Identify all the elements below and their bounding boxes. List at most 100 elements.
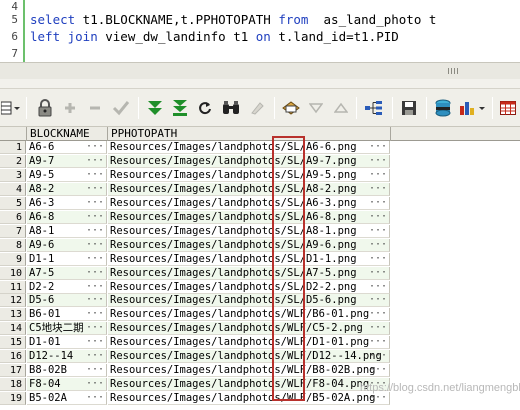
cell-blockname[interactable]: D1-01 ··· <box>27 336 107 350</box>
cell-edit-button[interactable]: ··· <box>369 183 387 194</box>
cell-edit-button[interactable]: ··· <box>369 141 387 152</box>
cell-blockname[interactable]: B5-02A ··· <box>27 392 107 406</box>
code-line-5[interactable]: select t1.BLOCKNAME,t.PPHOTOPATH from as… <box>30 12 436 27</box>
table-row[interactable]: 16 D12--14 ··· Resources/Images/landphotos/… <box>0 350 390 364</box>
cell-pphotopath[interactable]: Resources/Images/landphotos/WLF/B5-02A.p… <box>108 392 390 406</box>
cell-edit-button[interactable]: ··· <box>86 239 104 250</box>
cell-edit-button[interactable]: ··· <box>86 281 104 292</box>
grid-mode-icon[interactable] <box>0 98 22 118</box>
cell-edit-button[interactable]: ··· <box>86 169 104 180</box>
cell-edit-button[interactable]: ··· <box>369 322 387 333</box>
cell-edit-button[interactable]: ··· <box>369 350 387 361</box>
cell-pphotopath[interactable]: Resources/Images/landphotos/SL/A9-7.png ·… <box>108 154 390 168</box>
cell-edit-button[interactable]: ··· <box>86 267 104 278</box>
cell-edit-button[interactable]: ··· <box>86 322 104 333</box>
table-row[interactable]: 19 B5-02A ··· Resources/Images/landphotos/W… <box>0 392 390 406</box>
row-number[interactable]: 17 <box>0 364 26 378</box>
cell-edit-button[interactable]: ··· <box>369 197 387 208</box>
cell-edit-button[interactable]: ··· <box>369 239 387 250</box>
cell-pphotopath[interactable]: Resources/Images/landphotos/SL/D2-2.png ·… <box>108 280 390 294</box>
cell-edit-button[interactable]: ··· <box>369 155 387 166</box>
column-header-blockname[interactable]: BLOCKNAME <box>27 127 108 141</box>
cell-edit-button[interactable]: ··· <box>369 281 387 292</box>
cell-pphotopath[interactable]: Resources/Images/landphotos/SL/A6-8.png ·… <box>108 210 390 224</box>
cell-pphotopath[interactable]: Resources/Images/landphotos/WLF/C5-2.png… <box>108 322 390 336</box>
column-header-pphotopath[interactable]: PPHOTOPATH <box>108 127 391 141</box>
row-number[interactable]: 8 <box>0 238 26 252</box>
table-row[interactable]: 2 A9-7 ··· Resources/Images/landphotos/SL/A… <box>0 154 390 168</box>
cell-edit-button[interactable]: ··· <box>369 169 387 180</box>
chart-icon[interactable] <box>458 98 488 118</box>
cell-edit-button[interactable]: ··· <box>369 364 387 375</box>
cell-edit-button[interactable]: ··· <box>86 364 104 375</box>
table-row[interactable]: 17 B8-02B ··· Resources/Images/landphotos/W… <box>0 364 390 378</box>
cell-edit-button[interactable]: ··· <box>86 378 104 389</box>
fetch-next-icon[interactable] <box>144 98 166 118</box>
table-row[interactable]: 9 D1-1 ··· Resources/Images/landphotos/SL/D… <box>0 252 390 266</box>
cell-blockname[interactable]: A6-3 ··· <box>27 196 107 210</box>
table-row[interactable]: 13 B6-01 ··· Resources/Images/landphotos/WL… <box>0 308 390 322</box>
cell-edit-button[interactable]: ··· <box>369 336 387 347</box>
cell-edit-button[interactable]: ··· <box>86 294 104 305</box>
row-number[interactable]: 3 <box>0 168 26 182</box>
cell-blockname[interactable]: A6-6 ··· <box>27 141 107 154</box>
cell-pphotopath[interactable]: Resources/Images/landphotos/WLF/F8-04.pn… <box>108 378 390 392</box>
table-row[interactable]: 10 A7-5 ··· Resources/Images/landphotos/SL/… <box>0 266 390 280</box>
cell-blockname[interactable]: D2-2 ··· <box>27 280 107 294</box>
fetch-last-icon[interactable] <box>169 98 191 118</box>
code-line-6[interactable]: left join view_dw_landinfo t1 on t.land_… <box>30 29 399 44</box>
cell-blockname[interactable]: A9-7 ··· <box>27 154 107 168</box>
row-number[interactable]: 7 <box>0 224 26 238</box>
cell-edit-button[interactable]: ··· <box>86 308 104 319</box>
save-icon[interactable] <box>398 98 420 118</box>
row-number[interactable]: 11 <box>0 280 26 294</box>
row-number[interactable]: 10 <box>0 266 26 280</box>
result-grid[interactable]: BLOCKNAME PPHOTOPATH 1 A6-6 ··· Resources/I… <box>0 127 520 410</box>
cell-pphotopath[interactable]: Resources/Images/landphotos/SL/A6-3.png ·… <box>108 196 390 210</box>
cell-pphotopath[interactable]: Resources/Images/landphotos/WLF/B8-02B.p… <box>108 364 390 378</box>
cell-edit-button[interactable]: ··· <box>86 183 104 194</box>
cell-blockname[interactable]: D1-1 ··· <box>27 252 107 266</box>
cell-edit-button[interactable]: ··· <box>369 225 387 236</box>
row-number[interactable]: 16 <box>0 350 26 364</box>
find-icon[interactable] <box>220 98 242 118</box>
cell-edit-button[interactable]: ··· <box>86 253 104 264</box>
lock-icon[interactable] <box>34 98 56 118</box>
cell-blockname[interactable]: C5地块二期 ··· <box>27 322 107 336</box>
cell-blockname[interactable]: A9-6 ··· <box>27 238 107 252</box>
delete-record-icon[interactable] <box>85 98 105 118</box>
table-row[interactable]: 14 C5地块二期 ··· Resources/Images/landphotos/W… <box>0 322 390 336</box>
table-row[interactable]: 7 A8-1 ··· Resources/Images/landphotos/SL/A… <box>0 224 390 238</box>
table-row[interactable]: 18 F8-04 ··· Resources/Images/landphotos/WL… <box>0 378 390 392</box>
cell-edit-button[interactable]: ··· <box>86 225 104 236</box>
cell-edit-button[interactable]: ··· <box>86 141 104 152</box>
row-number[interactable]: 12 <box>0 294 26 308</box>
row-number[interactable]: 14 <box>0 322 26 336</box>
cell-pphotopath[interactable]: Resources/Images/landphotos/SL/A9-6.png ·… <box>108 238 390 252</box>
tree-view-icon[interactable] <box>362 98 386 118</box>
sql-editor[interactable]: 4 5 6 7 select t1.BLOCKNAME,t.PPHOTOPATH… <box>0 0 520 62</box>
grid-icon[interactable] <box>498 98 518 118</box>
cell-blockname[interactable]: A9-5 ··· <box>27 168 107 182</box>
cell-edit-button[interactable]: ··· <box>369 267 387 278</box>
cell-pphotopath[interactable]: Resources/Images/landphotos/SL/A9-5.png ·… <box>108 168 390 182</box>
row-number[interactable]: 5 <box>0 196 26 210</box>
row-number[interactable]: 18 <box>0 378 26 392</box>
cell-pphotopath[interactable]: Resources/Images/landphotos/WLF/D12--14.… <box>108 350 390 364</box>
cell-edit-button[interactable]: ··· <box>369 253 387 264</box>
cell-pphotopath[interactable]: Resources/Images/landphotos/SL/D1-1.png ·… <box>108 252 390 266</box>
table-row[interactable]: 5 A6-3 ··· Resources/Images/landphotos/SL/A… <box>0 196 390 210</box>
cell-edit-button[interactable]: ··· <box>86 197 104 208</box>
cell-edit-button[interactable]: ··· <box>86 336 104 347</box>
cell-blockname[interactable]: A6-8 ··· <box>27 210 107 224</box>
cell-blockname[interactable]: B8-02B ··· <box>27 364 107 378</box>
filter-up-icon[interactable] <box>331 98 351 118</box>
row-number[interactable]: 6 <box>0 210 26 224</box>
table-row[interactable]: 6 A6-8 ··· Resources/Images/landphotos/SL/A… <box>0 210 390 224</box>
cell-blockname[interactable]: D12--14 ··· <box>27 350 107 364</box>
cell-pphotopath[interactable]: Resources/Images/landphotos/SL/A8-1.png ·… <box>108 224 390 238</box>
table-row[interactable]: 1 A6-6 ··· Resources/Images/landphotos/SL/A… <box>0 141 390 154</box>
cell-pphotopath[interactable]: Resources/Images/landphotos/WLF/D1-01.pn… <box>108 336 390 350</box>
table-row[interactable]: 12 D5-6 ··· Resources/Images/landphotos/SL/… <box>0 294 390 308</box>
cell-edit-button[interactable]: ··· <box>369 211 387 222</box>
